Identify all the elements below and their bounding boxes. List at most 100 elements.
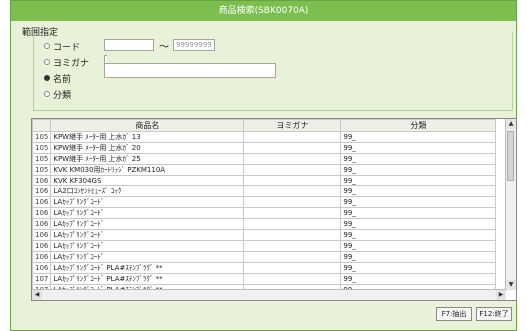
yomigana-cell — [243, 153, 342, 165]
radio-category[interactable]: 分類 — [44, 88, 72, 101]
product-name-cell: KVK KM030用ｶｰﾄﾘｯｼﾞ PZKM110A — [50, 164, 245, 176]
table-row[interactable]: 105 KPW継手 ﾒｰﾀｰ用 上水ｶﾞ 25 99_ — [32, 153, 497, 165]
category-cell: 99_ — [340, 273, 497, 286]
category-cell: 99_ — [340, 142, 497, 154]
product-name-cell: KPW継手 ﾒｰﾀｰ用 上水ｶﾞ 13 — [50, 131, 245, 143]
yomigana-cell — [243, 273, 342, 286]
table-row[interactable]: 106 KVK KF304GS 99_ — [32, 174, 497, 187]
row-index-cell: 106 — [32, 262, 52, 275]
code-to-input[interactable]: 99999999 — [173, 39, 215, 51]
table-row[interactable]: 106 LAｶｯﾌﾟﾘﾝｸﾞｺｰﾄﾞ 99_ — [32, 240, 497, 253]
table-row[interactable]: 106 LAｶｯﾌﾟﾘﾝｸﾞｺｰﾄﾞ 99_ — [32, 251, 497, 264]
product-name-cell: LAｶｯﾌﾟﾘﾝｸﾞｺｰﾄﾞ — [50, 207, 245, 220]
category-cell: 99_ — [340, 229, 497, 242]
product-name-cell: LAｶｯﾌﾟﾘﾝｸﾞｺｰﾄﾞ — [50, 196, 245, 209]
product-name-cell: KPW継手 ﾒｰﾀｰ用 上水ｶﾞ 25 — [50, 153, 245, 165]
yomigana-cell — [243, 196, 342, 209]
category-cell: 99_ — [340, 196, 497, 209]
product-search-window: 商品検索(SBK0070A) 範囲指定 コード ヨミガナ 名前 分類 ～ 999… — [10, 0, 517, 331]
scroll-up-icon[interactable]: ▲ — [506, 119, 516, 129]
yomigana-cell — [243, 240, 342, 253]
yomigana-cell — [243, 131, 342, 143]
category-cell: 99_ — [340, 207, 497, 220]
category-cell: 99_ — [340, 174, 497, 187]
col-header-name[interactable]: 商品名 — [50, 119, 245, 132]
scroll-right-icon[interactable]: ▶ — [496, 290, 506, 300]
row-index-cell: 107 — [32, 273, 52, 286]
table-row[interactable]: 105 KVK KM030用ｶｰﾄﾘｯｼﾞ PZKM110A 99_ — [32, 164, 497, 176]
code-from-input[interactable] — [104, 39, 154, 51]
scroll-down-icon[interactable]: ▼ — [506, 280, 516, 290]
results-grid[interactable]: 商品名 ヨミガナ 分類 105 KPW継手 ﾒｰﾀｰ用 上水ｶﾞ 13 99_ 105… — [31, 118, 517, 301]
row-index-cell: 106 — [32, 240, 52, 253]
table-row[interactable]: 106 LAｶｯﾌﾟﾘﾝｸﾞｺｰﾄﾞ 99_ — [32, 218, 497, 231]
product-name-cell: LAｶｯﾌﾟﾘﾝｸﾞｺｰﾄﾞ PLA#ｽﾃﾝﾌﾞﾗｸﾞ ** — [50, 273, 245, 286]
yomigana-cell — [243, 174, 342, 187]
radio-code-label: コード — [53, 42, 81, 53]
table-row[interactable]: 106 LAｶｯﾌﾟﾘﾝｸﾞｺｰﾄﾞ 99_ — [32, 229, 497, 242]
window-title: 商品検索(SBK0070A) — [11, 1, 516, 21]
results-table: 商品名 ヨミガナ 分類 105 KPW継手 ﾒｰﾀｰ用 上水ｶﾞ 13 99_ 105… — [32, 119, 497, 300]
row-index-cell: 105 — [32, 131, 52, 143]
radio-code-button[interactable] — [44, 43, 50, 49]
table-row[interactable]: 106 LAｶｯﾌﾟﾘﾝｸﾞｺｰﾄﾞ 99_ — [32, 196, 497, 209]
radio-category-button[interactable] — [44, 91, 50, 97]
product-name-cell: LAｶｯﾌﾟﾘﾝｸﾞｺｰﾄﾞ — [50, 229, 245, 242]
vertical-scroll-thumb[interactable] — [507, 131, 514, 181]
radio-code[interactable]: コード — [44, 40, 81, 53]
product-name-cell: LA2口ｺﾝｾﾝﾄﾋｭｰｽﾞ ｺｯｸ — [50, 185, 245, 198]
close-button[interactable]: F12:終了 — [476, 307, 512, 321]
table-row[interactable]: 105 KPW継手 ﾒｰﾀｰ用 上水ｶﾞ 13 99_ — [32, 131, 497, 143]
col-header-yomigana[interactable]: ヨミガナ — [243, 119, 342, 132]
horizontal-scrollbar[interactable]: ◀ ▶ — [32, 289, 506, 300]
category-cell: 99_ — [340, 131, 497, 143]
yomigana-cell — [243, 229, 342, 242]
radio-yomigana-button[interactable] — [44, 59, 50, 65]
yomigana-cell — [243, 262, 342, 275]
category-cell: 99_ — [340, 218, 497, 231]
radio-yomigana[interactable]: ヨミガナ — [44, 56, 90, 69]
table-row[interactable]: 106 LA2口ｺﾝｾﾝﾄﾋｭｰｽﾞ ｺｯｸ 99_ — [32, 185, 497, 198]
name-input[interactable] — [104, 63, 276, 78]
category-cell: 99_ — [340, 164, 497, 176]
yomigana-cell — [243, 207, 342, 220]
row-index-cell: 105 — [32, 142, 52, 154]
vertical-scrollbar[interactable]: ▲ ▼ — [505, 119, 516, 290]
product-name-cell: KVK KF304GS — [50, 174, 245, 187]
table-row[interactable]: 105 KPW継手 ﾒｰﾀｰ用 上水ｶﾞ 20 99_ — [32, 142, 497, 154]
row-index-cell: 106 — [32, 218, 52, 231]
product-name-cell: LAｶｯﾌﾟﾘﾝｸﾞｺｰﾄﾞ — [50, 240, 245, 253]
category-cell: 99_ — [340, 185, 497, 198]
product-name-cell: LAｶｯﾌﾟﾘﾝｸﾞｺｰﾄﾞ PLA#ｽﾃﾝﾌﾞﾗｸﾞ ** — [50, 262, 245, 275]
row-index-cell: 105 — [32, 164, 52, 176]
col-header-category[interactable]: 分類 — [340, 119, 497, 132]
row-index-cell: 106 — [32, 174, 52, 187]
radio-name-label: 名前 — [53, 74, 72, 85]
product-name-cell: LAｶｯﾌﾟﾘﾝｸﾞｺｰﾄﾞ — [50, 251, 245, 264]
scroll-left-icon[interactable]: ◀ — [32, 290, 42, 300]
row-index-cell: 106 — [32, 196, 52, 209]
yomigana-cell — [243, 185, 342, 198]
col-header-index — [32, 119, 52, 132]
row-index-cell: 106 — [32, 251, 52, 264]
extract-button[interactable]: F7:抽出 — [436, 307, 472, 321]
row-index-cell: 105 — [32, 153, 52, 165]
radio-category-label: 分類 — [53, 90, 72, 101]
product-name-cell: LAｶｯﾌﾟﾘﾝｸﾞｺｰﾄﾞ — [50, 218, 245, 231]
yomigana-cell — [243, 251, 342, 264]
radio-name-button[interactable] — [44, 75, 50, 81]
row-index-cell: 106 — [32, 185, 52, 198]
header-row: 商品名 ヨミガナ 分類 — [32, 119, 497, 132]
table-row[interactable]: 106 LAｶｯﾌﾟﾘﾝｸﾞｺｰﾄﾞ 99_ — [32, 207, 497, 220]
table-row[interactable]: 106 LAｶｯﾌﾟﾘﾝｸﾞｺｰﾄﾞ PLA#ｽﾃﾝﾌﾞﾗｸﾞ ** 99_ — [32, 262, 497, 275]
row-index-cell: 106 — [32, 207, 52, 220]
category-cell: 99_ — [340, 153, 497, 165]
radio-yomigana-label: ヨミガナ — [53, 58, 90, 69]
category-cell: 99_ — [340, 240, 497, 253]
table-row[interactable]: 107LAｶｯﾌﾟﾘﾝｸﾞｺｰﾄﾞ PLA#ｽﾃﾝﾌﾞﾗｸﾞ ** 99_ — [32, 273, 497, 286]
range-separator: ～ — [159, 42, 169, 53]
category-cell: 99_ — [340, 262, 497, 275]
radio-name[interactable]: 名前 — [44, 72, 72, 85]
yomigana-cell — [243, 218, 342, 231]
product-name-cell: KPW継手 ﾒｰﾀｰ用 上水ｶﾞ 20 — [50, 142, 245, 154]
